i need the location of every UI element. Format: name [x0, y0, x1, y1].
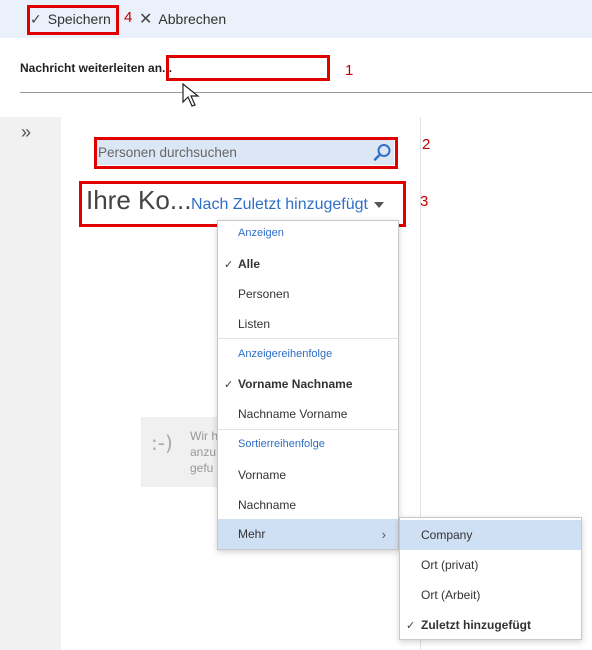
chevron-right-icon: ›	[381, 526, 386, 542]
checkmark-icon: ✓	[224, 378, 234, 391]
more-submenu: Company Ort (privat) Ort (Arbeit) ✓ Zule…	[399, 517, 582, 640]
submenu-item-company[interactable]: Company	[400, 520, 581, 550]
menu-header-show: Anzeigen	[238, 227, 284, 239]
checkmark-icon: ✓	[224, 258, 234, 271]
menu-item-lists[interactable]: Listen	[218, 309, 398, 339]
submenu-item-city-private[interactable]: Ort (privat)	[400, 550, 581, 580]
sort-menu: Anzeigen ✓ Alle Personen Listen Anzeiger…	[217, 220, 399, 550]
menu-item-lastname[interactable]: Nachname	[218, 490, 398, 520]
close-icon: ✕	[139, 11, 153, 28]
menu-item-persons[interactable]: Personen	[218, 279, 398, 309]
menu-item-first-last[interactable]: ✓ Vorname Nachname	[218, 369, 398, 399]
callout-number-3: 3	[420, 193, 429, 210]
callout-number-4: 4	[124, 9, 133, 26]
callout-box-search	[94, 137, 398, 169]
callout-number-1: 1	[345, 62, 354, 79]
sad-face-icon: :-)	[151, 431, 173, 455]
checkmark-icon: ✓	[406, 619, 416, 632]
mouse-pointer-icon	[182, 83, 200, 107]
expand-icon[interactable]: »	[21, 122, 31, 143]
submenu-item-recently-added[interactable]: ✓ Zuletzt hinzugefügt	[400, 610, 581, 640]
menu-separator	[218, 429, 398, 430]
menu-header-order: Anzeigereihenfolge	[238, 348, 333, 360]
cancel-button-label: Abbrechen	[158, 11, 227, 27]
cancel-button[interactable]: ✕ Abbrechen	[139, 8, 226, 30]
callout-box-recipient	[166, 55, 330, 81]
submenu-item-city-work[interactable]: Ort (Arbeit)	[400, 580, 581, 610]
callout-number-2: 2	[422, 136, 431, 153]
empty-state-text: Wir h anzu gefu	[190, 429, 218, 475]
menu-item-all[interactable]: ✓ Alle	[218, 249, 398, 279]
menu-item-last-first[interactable]: Nachname Vorname	[218, 399, 398, 429]
callout-box-save	[27, 5, 119, 35]
empty-state: :-) Wir h anzu gefu	[141, 417, 221, 487]
forward-to-label: Nachricht weiterleiten an...	[20, 61, 173, 75]
left-rail	[0, 117, 61, 650]
menu-separator	[218, 338, 398, 339]
menu-header-sort: Sortierreihenfolge	[238, 438, 325, 450]
menu-item-firstname[interactable]: Vorname	[218, 460, 398, 490]
divider	[20, 92, 592, 93]
menu-item-more[interactable]: Mehr ›	[218, 519, 398, 549]
